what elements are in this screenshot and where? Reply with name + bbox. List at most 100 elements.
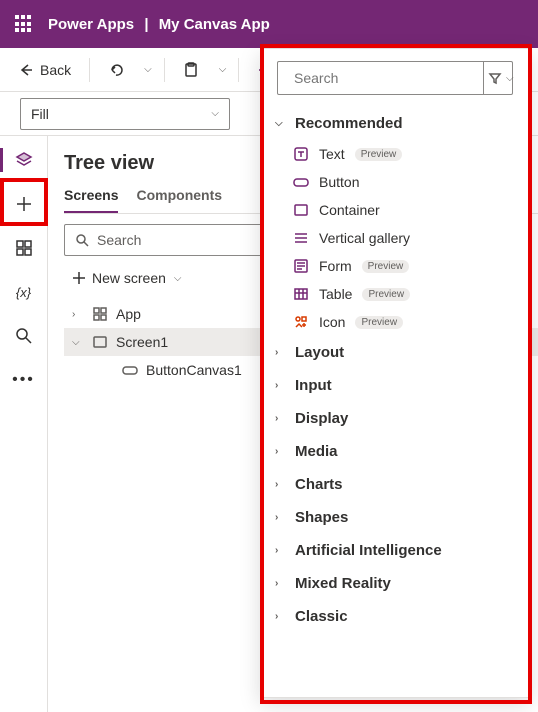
rail-variables[interactable]: {x} [8,276,40,308]
ellipsis-icon: ••• [12,371,35,389]
category-label: Input [295,377,332,394]
category-label: Media [295,443,338,460]
insert-item-table[interactable]: Table Preview [269,280,521,308]
divider [89,58,90,82]
chevron-down-icon: ⌵ [72,337,84,348]
grid-icon [15,239,33,257]
chevron-right-icon: › [275,611,287,622]
category-display[interactable]: › Display [269,402,521,435]
arrow-left-icon [18,62,34,78]
divider [238,58,239,82]
category-label: Mixed Reality [295,575,391,592]
category-layout[interactable]: › Layout [269,336,521,369]
chevron-right-icon: › [275,479,287,490]
search-icon [15,327,33,345]
chevron-right-icon: › [275,446,287,457]
filter-icon [488,71,502,85]
category-classic[interactable]: › Classic [269,600,521,633]
back-button[interactable]: Back [8,56,81,84]
insert-item-button[interactable]: Button [269,168,521,196]
insert-item-label: Container [319,202,380,218]
chevron-right-icon: › [72,309,84,320]
chevron-down-icon: ⌵ [275,118,287,129]
flyout-search-input[interactable] [294,70,475,86]
clipboard-icon [183,62,199,78]
chevron-right-icon: › [275,578,287,589]
divider [164,58,165,82]
insert-item-form[interactable]: Form Preview [269,252,521,280]
insert-item-text[interactable]: Text Preview [269,140,521,168]
table-icon [293,286,309,302]
insert-item-label: Text [319,146,345,162]
gallery-icon [293,230,309,246]
text-icon [293,146,309,162]
category-label: Display [295,410,348,427]
chevron-right-icon: › [275,512,287,523]
rail-insert[interactable] [8,188,40,220]
tab-screens[interactable]: Screens [64,187,118,213]
chevron-right-icon: › [275,413,287,424]
plus-icon [72,271,86,285]
chevron-down-icon: ⌵ [219,64,227,75]
screen-icon [92,334,108,350]
flyout-search[interactable]: ⌵ [277,61,513,95]
insert-item-icon[interactable]: Icon Preview [269,308,521,336]
property-selector[interactable]: Fill ⌵ [20,98,230,130]
left-rail: {x} ••• [0,136,48,712]
chevron-down-icon: ⌵ [144,64,152,75]
rail-tree-view[interactable] [8,144,40,176]
insert-item-label: Form [319,258,352,274]
chevron-right-icon: › [275,347,287,358]
tab-components[interactable]: Components [136,187,222,213]
insert-item-container[interactable]: Container [269,196,521,224]
chevron-right-icon: › [275,380,287,391]
variable-icon: {x} [16,285,31,300]
preview-badge: Preview [355,316,403,329]
category-mixed-reality[interactable]: › Mixed Reality [269,567,521,600]
paste-button[interactable] [173,56,209,84]
preview-badge: Preview [362,288,410,301]
insert-item-label: Vertical gallery [319,230,410,246]
insert-item-label: Button [319,174,359,190]
container-icon [293,202,309,218]
category-artificial-intelligence[interactable]: › Artificial Intelligence [269,534,521,567]
chevron-right-icon: › [275,545,287,556]
app-header: Power Apps | My Canvas App [0,0,538,48]
insert-item-vertical-gallery[interactable]: Vertical gallery [269,224,521,252]
icon-icon [293,314,309,330]
category-label: Classic [295,608,348,625]
insert-flyout: ⌵ ⌵ Recommended Text Preview Button Contain… [260,48,530,698]
waffle-icon[interactable] [12,12,36,36]
undo-icon [108,62,124,78]
search-icon [75,233,89,247]
preview-badge: Preview [355,148,403,161]
rail-search[interactable] [8,320,40,352]
category-media[interactable]: › Media [269,435,521,468]
insert-item-label: Icon [319,314,345,330]
header-title: Power Apps | My Canvas App [48,16,270,33]
category-label: Artificial Intelligence [295,542,442,559]
flyout-list: ⌵ Recommended Text Preview Button Container… [261,103,529,697]
chevron-down-icon: ⌵ [211,108,219,119]
category-label: Layout [295,344,344,361]
rail-data[interactable] [8,232,40,264]
category-label: Charts [295,476,343,493]
category-charts[interactable]: › Charts [269,468,521,501]
rail-more[interactable]: ••• [8,364,40,396]
preview-badge: Preview [362,260,410,273]
category-shapes[interactable]: › Shapes [269,501,521,534]
paste-dropdown[interactable]: ⌵ [213,58,231,81]
insert-item-label: Table [319,286,352,302]
app-icon [92,306,108,322]
undo-button[interactable] [98,56,134,84]
undo-dropdown[interactable]: ⌵ [138,58,156,81]
flyout-filter[interactable]: ⌵ [483,62,518,94]
form-icon [293,258,309,274]
plus-icon [15,195,33,213]
chevron-down-icon: ⌵ [174,273,182,284]
category-recommended[interactable]: ⌵ Recommended [269,107,521,140]
category-input[interactable]: › Input [269,369,521,402]
button-icon [293,174,309,190]
layers-icon [15,151,33,169]
category-label: Shapes [295,509,348,526]
